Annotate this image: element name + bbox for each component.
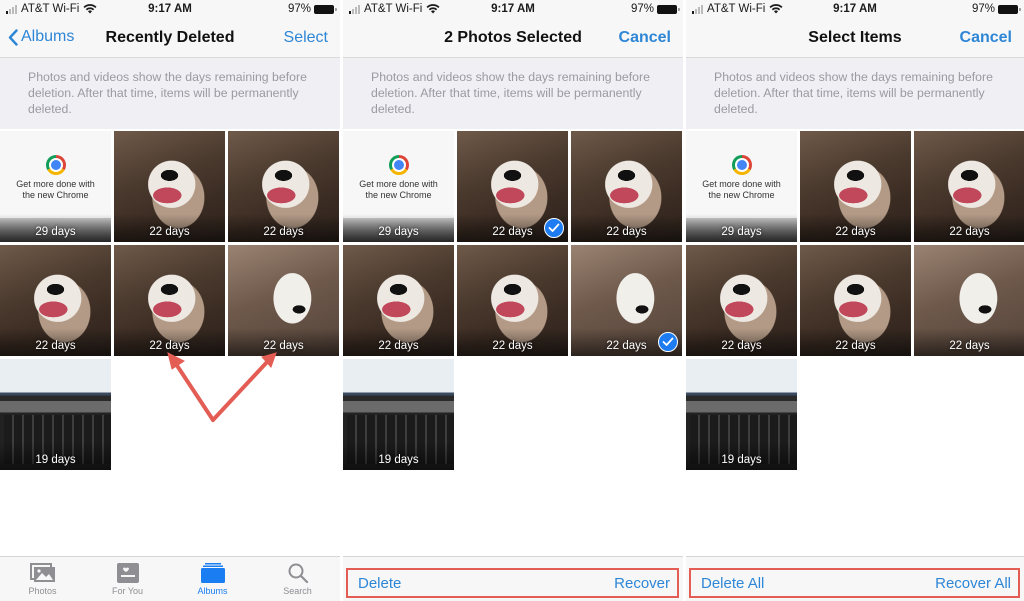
photo-tile[interactable]: 22 days [914, 131, 1024, 242]
photo-tile[interactable]: Get more done with the new Chrome 29 days [343, 131, 454, 242]
tab-albums[interactable]: Albums [170, 557, 255, 601]
days-remaining-label: 19 days [721, 454, 762, 466]
status-bar: AT&T Wi-Fi 9:17 AM 97% [686, 0, 1024, 20]
bottom-toolbar: Delete Recover [343, 556, 683, 601]
battery-icon [657, 4, 680, 14]
tab-search[interactable]: Search [255, 557, 340, 601]
battery-percent: 97% [287, 3, 311, 15]
days-remaining-label: 22 days [835, 340, 876, 352]
photo-grid: Get more done with the new Chrome 29 days 2… [0, 131, 340, 470]
tab-label: For You [111, 586, 144, 596]
tab-label: Photos [28, 586, 57, 596]
photo-tile[interactable]: 19 days [0, 359, 111, 470]
photo-tile[interactable]: 22 days [228, 245, 339, 356]
days-remaining-label: 29 days [378, 226, 419, 238]
search-icon [288, 563, 308, 583]
albums-icon [200, 563, 225, 583]
highlight-box: Delete All Recover All [689, 568, 1020, 598]
nav-bar: Albums Recently Deleted Select [0, 20, 340, 58]
photo-tile[interactable]: 22 days [228, 131, 339, 242]
chrome-logo-icon [389, 155, 409, 175]
panel-recently-deleted: AT&T Wi-Fi 9:17 AM 97% Albums Recently D… [0, 0, 340, 601]
deletion-info-text: Photos and videos show the days remainin… [343, 58, 683, 129]
highlight-box: Delete Recover [346, 568, 679, 598]
recover-all-button[interactable]: Recover All [935, 575, 1011, 592]
cancel-button[interactable]: Cancel [619, 29, 671, 47]
deletion-info-text: Photos and videos show the days remainin… [0, 58, 340, 129]
tab-label: Search [283, 586, 312, 596]
tab-for-you[interactable]: For You [85, 557, 170, 601]
deletion-info-text: Photos and videos show the days remainin… [686, 58, 1024, 129]
chrome-logo-icon [46, 155, 66, 175]
status-bar: AT&T Wi-Fi 9:17 AM 97% [0, 0, 340, 20]
promo-line: the new Chrome [22, 190, 89, 200]
photo-tile[interactable]: 22 days [571, 131, 682, 242]
checkmark-icon [658, 332, 678, 352]
promo-line: Get more done with [16, 179, 95, 189]
chrome-promo-text: Get more done with the new Chrome [343, 179, 454, 201]
days-remaining-label: 29 days [35, 226, 76, 238]
photo-tile[interactable]: 22 days [114, 245, 225, 356]
battery-icon [998, 4, 1021, 14]
days-remaining-label: 22 days [949, 340, 990, 352]
photo-tile[interactable]: 22 days [686, 245, 797, 356]
photo-tile[interactable]: 22 days [457, 131, 568, 242]
promo-line: the new Chrome [365, 190, 432, 200]
photo-tile[interactable]: 22 days [343, 245, 454, 356]
chrome-promo-text: Get more done with the new Chrome [686, 179, 797, 201]
days-remaining-label: 22 days [263, 340, 304, 352]
photo-tile[interactable]: 22 days [457, 245, 568, 356]
days-remaining-label: 22 days [835, 226, 876, 238]
photo-tile[interactable]: 22 days [800, 131, 911, 242]
battery-icon [314, 4, 337, 14]
days-remaining-label: 19 days [35, 454, 76, 466]
chrome-promo-text: Get more done with the new Chrome [0, 179, 111, 201]
photo-tile[interactable]: 22 days [800, 245, 911, 356]
days-remaining-label: 19 days [378, 454, 419, 466]
photos-icon [29, 563, 55, 582]
days-remaining-label: 22 days [949, 226, 990, 238]
days-remaining-label: 22 days [606, 226, 647, 238]
tab-label: Albums [197, 586, 228, 596]
days-remaining-label: 22 days [492, 340, 533, 352]
days-remaining-label: 22 days [149, 340, 190, 352]
cancel-button[interactable]: Cancel [960, 29, 1012, 47]
nav-bar: 2 Photos Selected Cancel [343, 20, 683, 58]
for-you-icon [116, 563, 139, 583]
delete-all-button[interactable]: Delete All [701, 575, 764, 592]
photo-grid: Get more done with the new Chrome 29 days 2… [343, 131, 683, 470]
chrome-logo-icon [732, 155, 752, 175]
checkmark-icon [544, 218, 564, 238]
battery-percent: 97% [971, 3, 995, 15]
battery-percent: 97% [630, 3, 654, 15]
bottom-toolbar: Delete All Recover All [686, 556, 1024, 601]
photo-tile[interactable]: 19 days [343, 359, 454, 470]
tab-photos[interactable]: Photos [0, 557, 85, 601]
panel-select-items: AT&T Wi-Fi 9:17 AM 97% Select Items Canc… [686, 0, 1024, 601]
panel-photos-selected: AT&T Wi-Fi 9:17 AM 97% 2 Photos Selected… [343, 0, 683, 601]
days-remaining-label: 29 days [721, 226, 762, 238]
days-remaining-label: 22 days [721, 340, 762, 352]
promo-line: Get more done with [702, 179, 781, 189]
photo-tile[interactable]: 19 days [686, 359, 797, 470]
delete-button[interactable]: Delete [358, 575, 401, 592]
photo-grid: Get more done with the new Chrome 29 days 2… [686, 131, 1024, 470]
nav-bar: Select Items Cancel [686, 20, 1024, 58]
promo-line: the new Chrome [708, 190, 775, 200]
days-remaining-label: 22 days [263, 226, 304, 238]
days-remaining-label: 22 days [35, 340, 76, 352]
select-button[interactable]: Select [284, 29, 328, 47]
photo-tile[interactable]: 22 days [571, 245, 682, 356]
tab-bar: Photos For You Albums Search [0, 556, 340, 601]
photo-tile[interactable]: Get more done with the new Chrome 29 days [686, 131, 797, 242]
days-remaining-label: 22 days [378, 340, 419, 352]
status-bar: AT&T Wi-Fi 9:17 AM 97% [343, 0, 683, 20]
days-remaining-label: 22 days [149, 226, 190, 238]
recover-button[interactable]: Recover [614, 575, 670, 592]
photo-tile[interactable]: 22 days [0, 245, 111, 356]
promo-line: Get more done with [359, 179, 438, 189]
photo-tile[interactable]: 22 days [914, 245, 1024, 356]
photo-tile[interactable]: Get more done with the new Chrome 29 days [0, 131, 111, 242]
photo-tile[interactable]: 22 days [114, 131, 225, 242]
